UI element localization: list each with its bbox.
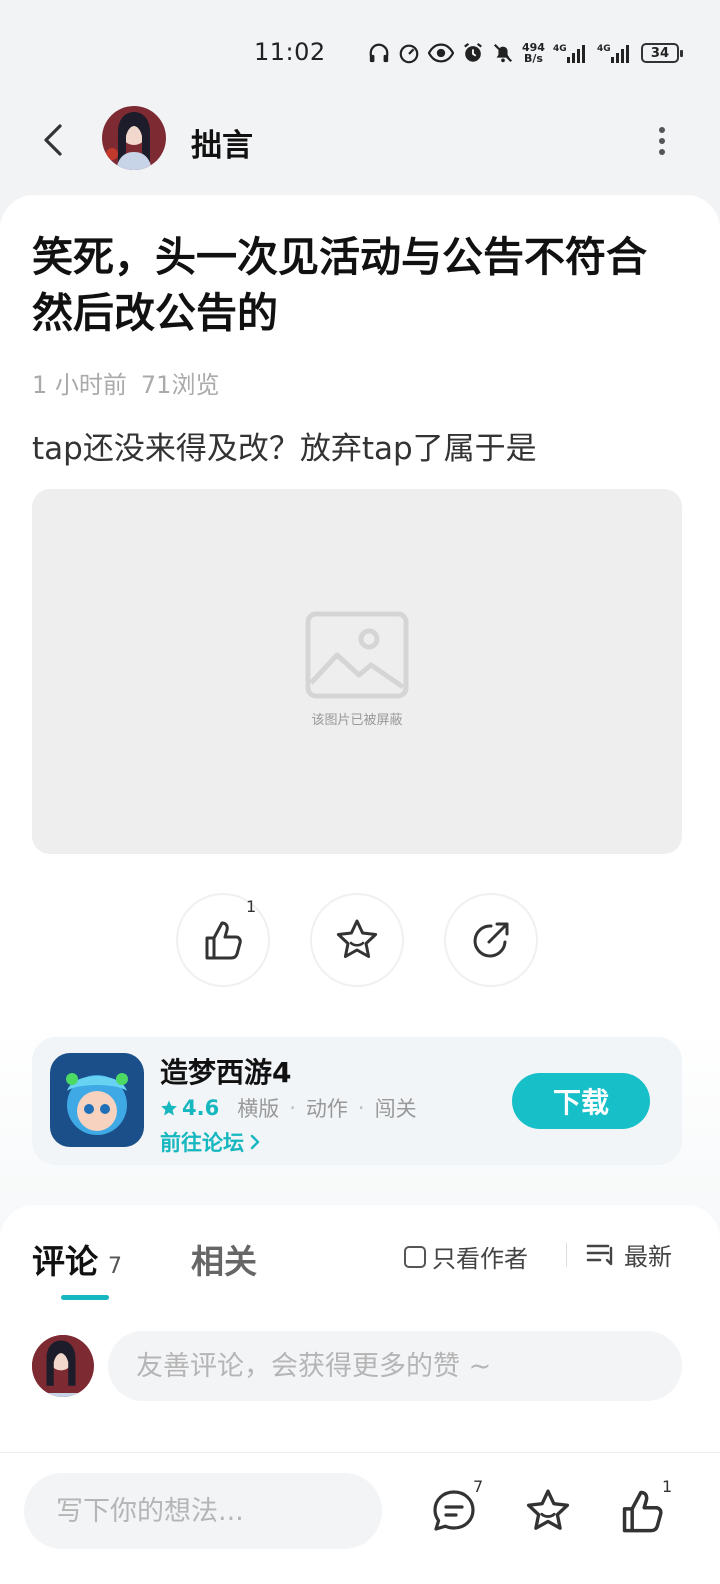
like-icon bbox=[205, 921, 242, 960]
post-meta: 1 小时前 71浏览 bbox=[32, 365, 219, 400]
like-icon bbox=[622, 1490, 663, 1533]
active-tab-indicator bbox=[61, 1295, 109, 1300]
battery-indicator: 34 bbox=[640, 43, 683, 63]
forum-link-label: 前往论坛 bbox=[160, 1131, 244, 1155]
forum-link[interactable]: 前往论坛 bbox=[160, 1127, 262, 1157]
bottom-favorite-button[interactable] bbox=[524, 1487, 572, 1535]
comment-icon bbox=[433, 1490, 475, 1531]
status-bar: 11:02 494 B/s 4G 4G 34 bbox=[0, 0, 720, 100]
post-time: 1 小时前 bbox=[32, 371, 127, 399]
game-rating-row: 4.6 横版 · 动作 · 闯关 bbox=[160, 1093, 417, 1123]
game-rating: 4.6 bbox=[182, 1096, 220, 1120]
game-icon bbox=[50, 1053, 144, 1147]
author-only-toggle[interactable]: 只看作者 bbox=[404, 1239, 528, 1274]
mute-bell-icon bbox=[493, 43, 513, 63]
headphones-icon bbox=[369, 43, 389, 63]
post-card: 笑死，头一次见活动与公告不符合然后改公告的 1 小时前 71浏览 tap还没来得及… bbox=[0, 195, 720, 1235]
bottom-like-count: 1 bbox=[662, 1477, 673, 1496]
like-count: 1 bbox=[246, 897, 257, 916]
star-icon bbox=[336, 919, 378, 958]
svg-text:4G: 4G bbox=[553, 44, 567, 54]
signal-icon-2: 4G bbox=[597, 44, 629, 63]
image-placeholder-icon bbox=[305, 611, 409, 699]
author-only-label: 只看作者 bbox=[432, 1245, 528, 1273]
tab-comments-label: 评论 bbox=[32, 1242, 98, 1281]
back-button[interactable] bbox=[36, 120, 72, 160]
sort-icon bbox=[586, 1244, 613, 1265]
star-icon bbox=[526, 1489, 570, 1530]
favorite-button[interactable] bbox=[310, 893, 404, 987]
sort-button[interactable]: 最新 bbox=[586, 1237, 672, 1272]
comment-button[interactable] bbox=[430, 1487, 478, 1535]
status-time: 11:02 bbox=[254, 38, 326, 66]
post-body: tap还没来得及改？放弃tap了属于是 bbox=[32, 431, 537, 467]
share-button[interactable] bbox=[444, 893, 538, 987]
reply-input[interactable] bbox=[24, 1473, 382, 1549]
post-header: 拙言 bbox=[0, 100, 720, 190]
divider bbox=[566, 1243, 567, 1267]
author-name[interactable]: 拙言 bbox=[191, 120, 253, 165]
tab-related[interactable]: 相关 bbox=[191, 1235, 257, 1283]
alarm-icon bbox=[464, 42, 482, 62]
download-button[interactable]: 下载 bbox=[512, 1073, 650, 1129]
share-icon bbox=[473, 922, 509, 958]
game-tag: 闯关 bbox=[374, 1097, 417, 1121]
net-speed: 494 B/s bbox=[522, 41, 545, 65]
commenter-avatar[interactable] bbox=[32, 1335, 94, 1397]
status-icons: 494 B/s 4G 4G 34 bbox=[368, 38, 683, 68]
svg-text:4G: 4G bbox=[597, 44, 611, 54]
more-icon bbox=[659, 127, 665, 155]
comment-count: 7 bbox=[108, 1254, 122, 1279]
sort-label: 最新 bbox=[624, 1243, 672, 1271]
author-avatar[interactable] bbox=[102, 106, 166, 170]
game-tag: 动作 bbox=[305, 1097, 348, 1121]
game-name: 造梦西游4 bbox=[160, 1056, 292, 1089]
comment-input[interactable] bbox=[108, 1331, 682, 1401]
rating-star-icon bbox=[161, 1100, 177, 1116]
signal-icon: 4G bbox=[553, 44, 585, 63]
bottom-like-button[interactable] bbox=[618, 1487, 666, 1535]
bottom-bar: 7 1 bbox=[0, 1453, 720, 1584]
bottom-comment-count: 7 bbox=[473, 1477, 484, 1496]
blocked-image[interactable]: 该图片已被屏蔽 bbox=[32, 489, 682, 854]
chevron-right-icon bbox=[250, 1134, 260, 1150]
blocked-image-text: 该图片已被屏蔽 bbox=[311, 713, 403, 728]
tag-separator: · bbox=[289, 1096, 296, 1120]
tag-separator: · bbox=[357, 1096, 365, 1120]
more-button[interactable] bbox=[652, 124, 672, 158]
eye-icon bbox=[428, 43, 454, 63]
back-icon bbox=[44, 124, 62, 156]
post-title: 笑死，头一次见活动与公告不符合然后改公告的 bbox=[32, 233, 647, 337]
speedometer-icon bbox=[399, 44, 419, 64]
post-action-row: 1 bbox=[176, 893, 546, 987]
comments-panel: 评论 7 相关 只看作者 最新 bbox=[0, 1205, 720, 1465]
author-only-checkbox[interactable] bbox=[404, 1245, 426, 1268]
game-card[interactable]: 造梦西游4 4.6 横版 · 动作 · 闯关 前往论坛 下载 bbox=[32, 1037, 682, 1165]
game-tag: 横版 bbox=[237, 1097, 280, 1121]
post-views: 71浏览 bbox=[140, 371, 220, 399]
tab-comments[interactable]: 评论 7 bbox=[32, 1235, 122, 1283]
